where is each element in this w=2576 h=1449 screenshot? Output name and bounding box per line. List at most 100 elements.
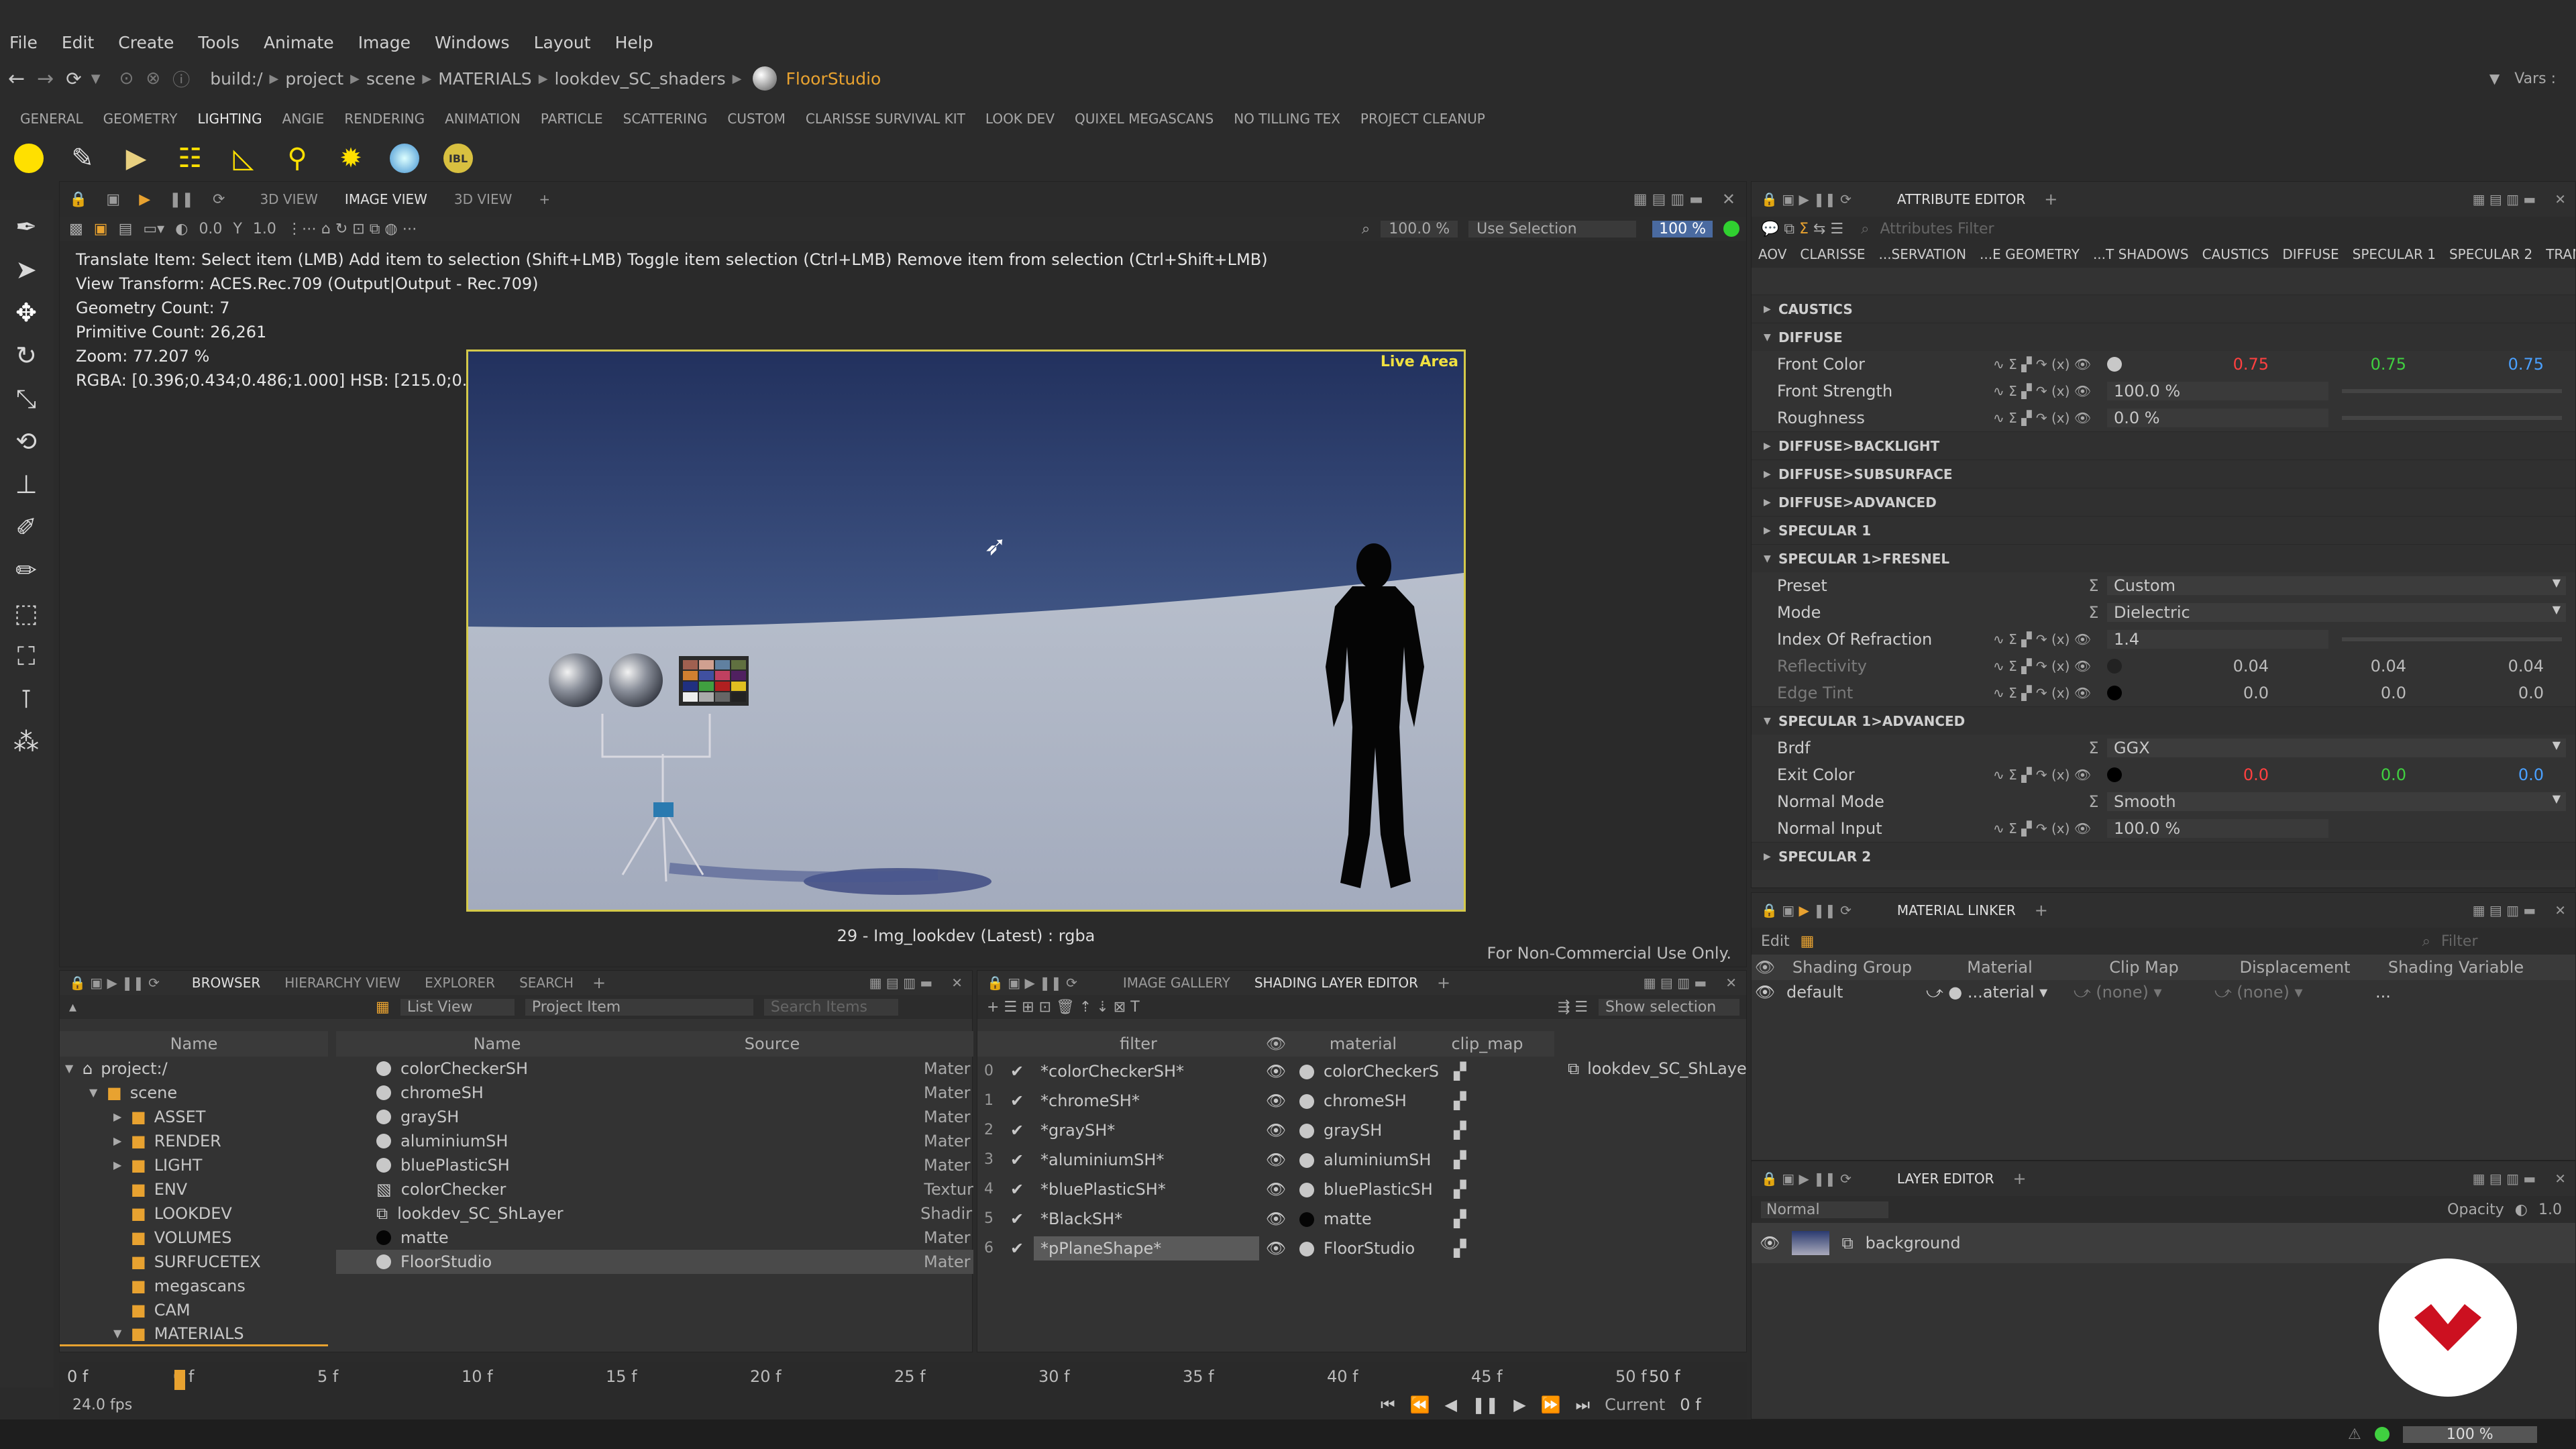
camera-tool-icon[interactable]: ⛶: [10, 640, 42, 672]
sun-light-icon[interactable]: ✹: [334, 142, 368, 175]
ae-channel-field[interactable]: 0.75: [2269, 355, 2406, 374]
ae-section[interactable]: ▶ DIFFUSE>BACKLIGHT: [1752, 431, 2575, 460]
browser-tab[interactable]: SEARCH: [519, 975, 574, 991]
ae-channel-field[interactable]: 0.75: [2131, 355, 2269, 374]
play-back-icon[interactable]: ◀: [1445, 1395, 1457, 1414]
shelf-tab[interactable]: QUIXEL MEGASCANS: [1075, 111, 1214, 127]
vars-button[interactable]: Vars :: [2514, 70, 2556, 87]
shelf-tab[interactable]: RENDERING: [344, 111, 425, 127]
scale-tool-icon[interactable]: ⤡: [10, 382, 42, 415]
ae-channel-field[interactable]: 0.0: [2406, 684, 2544, 702]
le-layout-icon[interactable]: ▦ ▤ ▥ ▬: [2473, 1171, 2536, 1187]
row-visibility-icon[interactable]: 👁: [1259, 1207, 1293, 1231]
ae-value-field[interactable]: 100.0 %: [2107, 382, 2328, 400]
ae-channel-field[interactable]: 0.0: [2269, 684, 2406, 702]
exposure-field[interactable]: 0.0: [199, 221, 222, 237]
layer-editor-title[interactable]: LAYER EDITOR: [1897, 1171, 1994, 1187]
hud-icon[interactable]: ▣: [94, 221, 108, 237]
selection-mode-select[interactable]: Use Selection: [1468, 220, 1637, 237]
ml-add-tab-icon[interactable]: +: [2035, 901, 2048, 920]
shading-tab[interactable]: IMAGE GALLERY: [1123, 975, 1230, 991]
filter-cell[interactable]: *colorCheckerSH*: [1034, 1059, 1259, 1083]
gamma-icon[interactable]: Y: [233, 221, 241, 237]
shelf-tab[interactable]: ANIMATION: [445, 111, 521, 127]
select-arrow-icon[interactable]: ➤: [10, 254, 42, 286]
ae-section[interactable]: ▶ CAUSTICS: [1752, 294, 2575, 323]
enabled-check-icon[interactable]: ✔: [1000, 1148, 1034, 1172]
ae-tab[interactable]: ...T SHADOWS: [2093, 246, 2189, 262]
row-visibility-icon[interactable]: 👁: [1259, 1059, 1293, 1083]
shelf-tab[interactable]: ANGIE: [282, 111, 325, 127]
row-visibility-icon[interactable]: 👁: [1259, 1148, 1293, 1172]
ae-channel-field[interactable]: 0.0: [2131, 684, 2269, 702]
paint-tool-icon[interactable]: ✐: [10, 511, 42, 543]
ae-channel-field[interactable]: 0.0: [2269, 765, 2406, 784]
ae-section[interactable]: ▼ DIFFUSE: [1752, 323, 2575, 351]
enabled-check-icon[interactable]: ✔: [1000, 1236, 1034, 1260]
distant-light-icon[interactable]: ◺: [227, 142, 260, 175]
header-clip-map[interactable]: clip_map: [1434, 1034, 1541, 1053]
clip-map-icon[interactable]: ▞: [1434, 1148, 1541, 1172]
shading-row[interactable]: 5 ✔ *BlackSH* 👁 matte ▞: [977, 1204, 1554, 1234]
ae-value-field[interactable]: 100.0 %: [2107, 819, 2328, 838]
tree-item[interactable]: ▶ ■ ASSET: [60, 1105, 328, 1129]
attribute-controls-icon[interactable]: ∿ Σ ▞ ↷ (x) 👁: [1993, 383, 2107, 399]
color-swatch[interactable]: [2107, 686, 2122, 700]
ml-filter-icon[interactable]: ▦: [1801, 933, 1815, 950]
refresh-icon[interactable]: ⟳: [66, 68, 81, 90]
menu-animate[interactable]: Animate: [264, 33, 334, 52]
shelf-tab[interactable]: GEOMETRY: [103, 111, 178, 127]
material-cell[interactable]: FloorStudio: [1293, 1236, 1434, 1260]
play-forward-icon[interactable]: ▶: [1513, 1395, 1525, 1414]
shading-add-tab-icon[interactable]: +: [1437, 973, 1450, 992]
color-swatch[interactable]: [2107, 659, 2122, 674]
shelf-tab[interactable]: GENERAL: [20, 111, 83, 127]
enabled-check-icon[interactable]: ✔: [1000, 1089, 1034, 1113]
ae-attribute-row[interactable]: Front Strength ∿ Σ ▞ ↷ (x) 👁 100.0 %: [1752, 378, 2575, 405]
tree-item[interactable]: ■ LOOKDEV: [60, 1201, 328, 1226]
tree-arrow-icon[interactable]: ▶: [113, 1153, 131, 1177]
browser-list-row[interactable]: chromeSH Mater: [336, 1081, 973, 1105]
breadcrumb-item[interactable]: lookdev_SC_shaders: [555, 69, 726, 89]
camera-frame-icon[interactable]: ⬚: [10, 597, 42, 629]
shading-row[interactable]: 0 ✔ *colorCheckerSH* 👁 colorCheckerS ▞: [977, 1057, 1554, 1086]
shelf-tab[interactable]: CLARISSE SURVIVAL KIT: [806, 111, 965, 127]
ae-attribute-row[interactable]: Preset Σ Custom ▼: [1752, 572, 2575, 599]
browser-list-row[interactable]: colorCheckerSH Mater: [336, 1057, 973, 1081]
menu-edit[interactable]: Edit: [62, 33, 94, 52]
menu-file[interactable]: File: [9, 33, 38, 52]
prev-key-icon[interactable]: ⏪: [1410, 1395, 1430, 1414]
measure-tool-icon[interactable]: ⊺: [10, 683, 42, 715]
back-arrow-icon[interactable]: ←: [8, 67, 25, 91]
clip-map-icon[interactable]: ▞: [1434, 1118, 1541, 1142]
percent-badge[interactable]: 100 %: [1652, 220, 1713, 237]
directional-light-icon[interactable]: ▶: [119, 142, 153, 175]
ae-channel-field[interactable]: 0.75: [2406, 355, 2544, 374]
material-cell[interactable]: matte: [1293, 1207, 1434, 1231]
stamp-tool-icon[interactable]: ⊥: [10, 468, 42, 500]
ml-header-clip[interactable]: Clip Map: [2074, 958, 2214, 977]
header-material[interactable]: material: [1293, 1034, 1434, 1053]
shading-row[interactable]: 6 ✔ *pPlaneShape* 👁 FloorStudio ▞: [977, 1234, 1554, 1263]
attribute-controls-icon[interactable]: ∿ Σ ▞ ↷ (x) 👁: [1993, 658, 2107, 674]
browser-list-row[interactable]: FloorStudio Mater: [336, 1250, 973, 1274]
next-key-icon[interactable]: ⏩: [1541, 1395, 1561, 1414]
ae-section[interactable]: ▶ DIFFUSE>SUBSURFACE: [1752, 460, 2575, 488]
tree-item[interactable]: ▼ ■ MATERIALS: [60, 1322, 328, 1346]
browser-list-row[interactable]: bluePlasticSH Mater: [336, 1153, 973, 1177]
sky-light-icon[interactable]: [388, 142, 421, 175]
tree-arrow-icon[interactable]: ▼: [89, 1081, 107, 1105]
browser-list-row[interactable]: ▧ colorChecker Textur: [336, 1177, 973, 1201]
ae-value-field[interactable]: 0.0 %: [2107, 409, 2328, 427]
ae-enum-select[interactable]: Smooth ▼: [2107, 792, 2566, 811]
tree-item[interactable]: ■ CAM: [60, 1298, 328, 1322]
ae-channel-field[interactable]: 0.04: [2269, 657, 2406, 676]
row-visibility-icon[interactable]: 👁: [1259, 1089, 1293, 1113]
checker-icon[interactable]: ▩: [69, 221, 83, 237]
tree-arrow-icon[interactable]: ▶: [113, 1129, 131, 1153]
filter-cell[interactable]: *BlackSH*: [1034, 1207, 1259, 1231]
breadcrumb-current[interactable]: FloorStudio: [786, 69, 881, 89]
ae-attribute-row[interactable]: Normal Input ∿ Σ ▞ ↷ (x) 👁 100.0 %: [1752, 815, 2575, 842]
ml-close-icon[interactable]: ✕: [2555, 902, 2566, 918]
ae-slider[interactable]: [2342, 637, 2562, 641]
